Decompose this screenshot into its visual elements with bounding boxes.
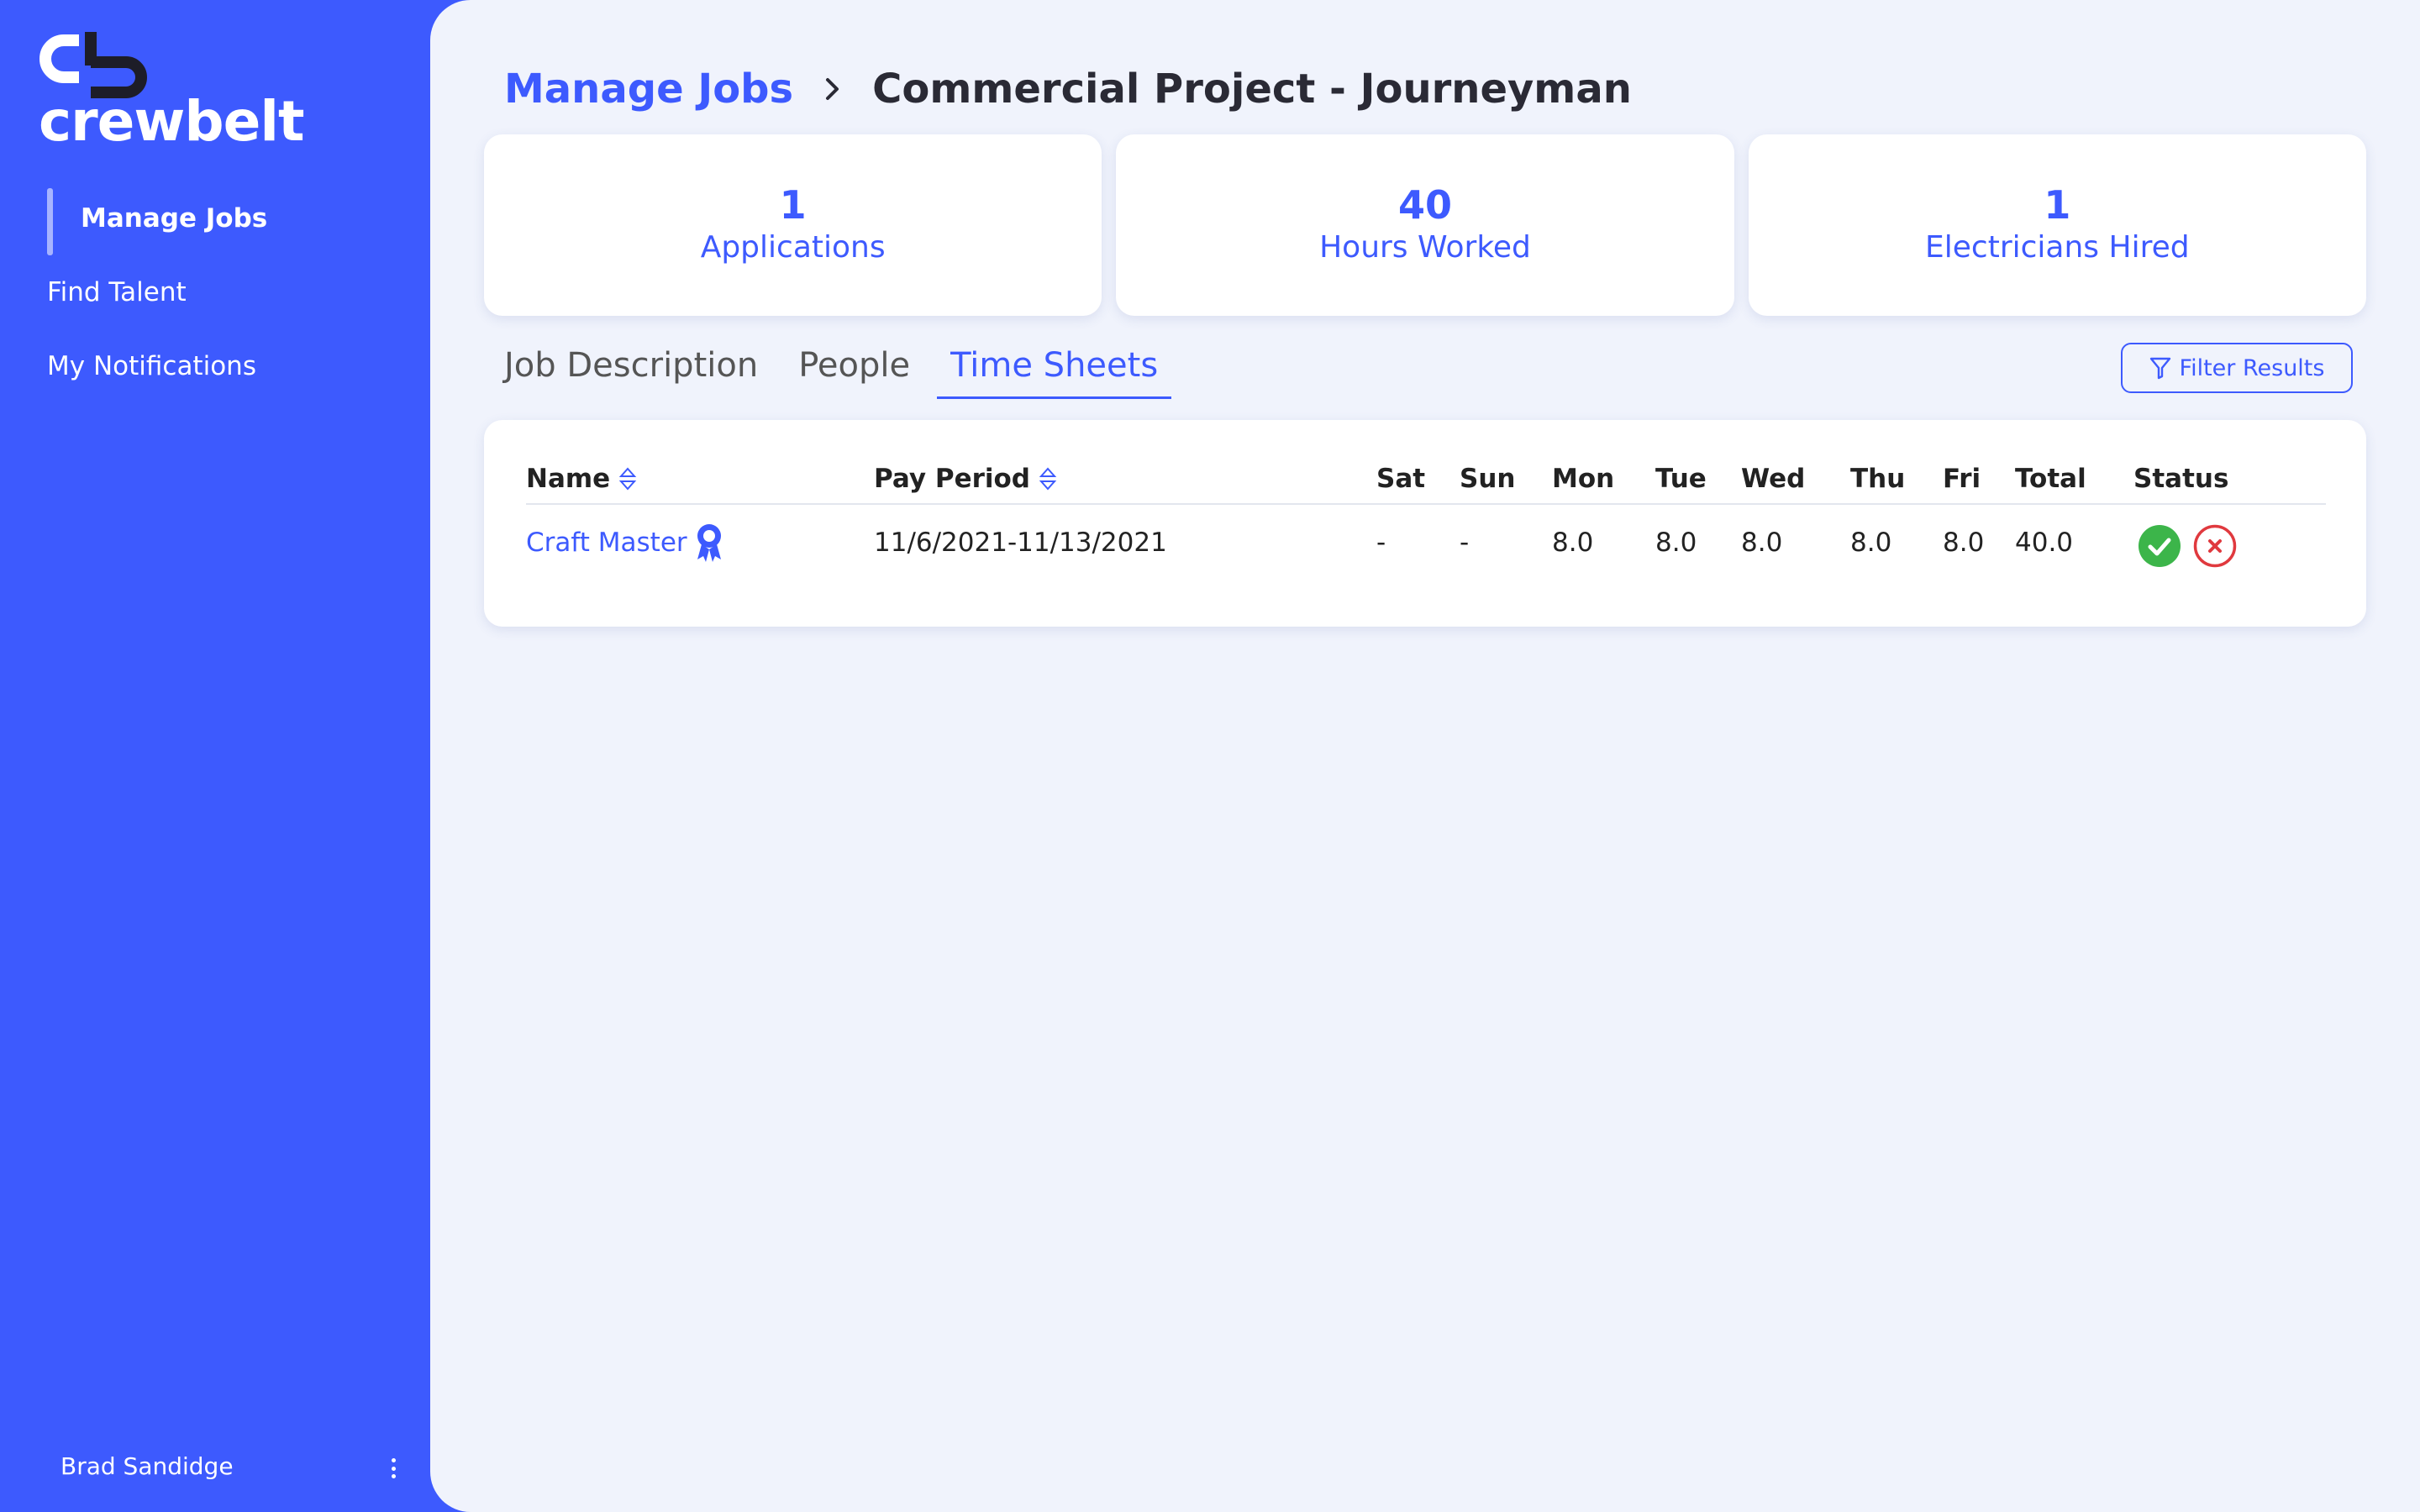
tab-job-description[interactable]: Job Description [504,339,771,396]
sidebar-item-manage-jobs[interactable]: Manage Jobs [0,186,454,255]
thu-cell: 8.0 [1850,528,1892,558]
funnel-icon [2149,357,2170,380]
chevron-right-icon [823,68,842,111]
reject-x-icon[interactable] [2193,524,2237,568]
column-header-fri: Fri [1943,464,1981,494]
sidebar-item-my-notifications[interactable]: My Notifications [0,334,454,398]
stat-value: 40 [1397,182,1452,228]
column-header-thu: Thu [1850,464,1906,494]
tab-bar: Job Description People Time Sheets [504,339,1185,399]
sun-cell: - [1460,528,1470,558]
sidebar-item-find-talent[interactable]: Find Talent [0,260,454,324]
column-header-tue: Tue [1655,464,1707,494]
tab-time-sheets[interactable]: Time Sheets [937,339,1172,399]
award-ribbon-icon [697,524,721,562]
stat-value: 1 [2044,182,2071,228]
wed-cell: 8.0 [1741,528,1783,558]
total-cell: 40.0 [2015,528,2074,558]
stat-card-hours-worked: 40 Hours Worked [1116,134,1734,316]
worker-name-link[interactable]: Craft Master [526,522,724,563]
crewbelt-logo[interactable]: crewbelt [39,32,305,158]
stats-row: 1 Applications 40 Hours Worked 1 Electri… [484,134,2366,316]
stat-card-applications: 1 Applications [484,134,1102,316]
column-header-total: Total [2015,464,2086,494]
logo-text: crewbelt [39,89,305,154]
status-actions [2138,524,2237,568]
kebab-menu-icon[interactable] [388,1458,398,1478]
filter-results-button[interactable]: Filter Results [2121,343,2353,393]
stat-card-electricians-hired: 1 Electricians Hired [1748,134,2366,316]
column-header-pay-period[interactable]: Pay Period [874,464,1057,494]
approve-check-icon[interactable] [2138,524,2181,568]
column-header-label: Name [526,464,611,494]
sort-icon[interactable] [618,465,637,492]
main-content: Manage Jobs Commercial Project - Journey… [430,0,2420,1512]
mon-cell: 8.0 [1552,528,1594,558]
column-header-name[interactable]: Name [526,464,637,494]
table-row: Craft Master [526,522,724,563]
filter-results-label: Filter Results [2179,354,2325,381]
worker-name: Craft Master [526,528,687,558]
column-header-status: Status [2133,464,2229,494]
user-name[interactable]: Brad Sandidge [60,1452,234,1480]
column-header-wed: Wed [1741,464,1806,494]
column-header-sun: Sun [1460,464,1516,494]
timesheet-table: Name Pay Period Sat Sun Mon Tue Wed Thu … [484,420,2366,627]
stat-value: 1 [779,182,807,228]
sidebar-nav: Manage Jobs Find Talent My Notifications [0,186,454,398]
column-header-label: Pay Period [874,464,1030,494]
header-divider [526,503,2326,505]
sat-cell: - [1376,528,1386,558]
page-title: Commercial Project - Journeyman [872,66,1632,113]
sort-icon[interactable] [1039,465,1057,492]
breadcrumb: Manage Jobs Commercial Project - Journey… [504,64,1632,114]
stat-label: Applications [700,230,886,265]
sidebar: crewbelt Manage Jobs Find Talent My Noti… [0,0,454,1512]
column-header-sat: Sat [1376,464,1426,494]
tue-cell: 8.0 [1655,528,1697,558]
fri-cell: 8.0 [1943,528,1985,558]
breadcrumb-manage-jobs[interactable]: Manage Jobs [504,66,793,113]
stat-label: Hours Worked [1319,230,1531,265]
tab-people[interactable]: People [785,339,923,396]
column-header-mon: Mon [1552,464,1615,494]
stat-label: Electricians Hired [1925,230,2190,265]
pay-period-cell: 11/6/2021-11/13/2021 [874,528,1167,558]
